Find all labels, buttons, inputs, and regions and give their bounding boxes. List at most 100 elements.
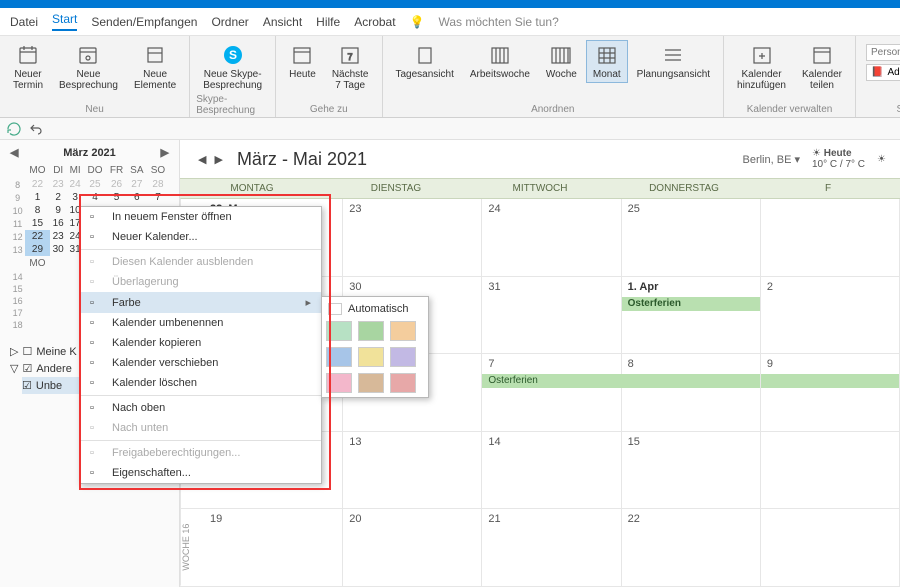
menu-separator <box>80 395 321 396</box>
nav-day[interactable]: 23 <box>50 178 67 191</box>
tagesansicht-button[interactable]: Tagesansicht <box>389 40 461 83</box>
planungsansicht-button[interactable]: Planungsansicht <box>630 40 717 83</box>
nav-day[interactable]: 25 <box>84 178 107 191</box>
nav-day[interactable]: 1 <box>25 191 50 204</box>
grid-prev-icon[interactable]: ◀ <box>194 153 210 166</box>
event-bar[interactable]: Osterferien <box>622 297 760 311</box>
day-cell[interactable]: 31 <box>482 277 621 354</box>
day-cell[interactable]: 13 <box>343 432 482 509</box>
neue-besprechung-button[interactable]: Neue Besprechung <box>52 40 125 94</box>
ctx-copy[interactable]: ▫Kalender kopieren <box>80 333 321 353</box>
color-swatch[interactable] <box>358 373 384 393</box>
tellme-label[interactable]: Was möchten Sie tun? <box>439 15 559 29</box>
prev-month-icon[interactable]: ◀ <box>10 146 18 159</box>
menu-hilfe[interactable]: Hilfe <box>316 15 340 29</box>
monat-button[interactable]: Monat <box>586 40 628 83</box>
neue-elemente-button[interactable]: Neue Elemente <box>127 40 183 94</box>
nav-day[interactable]: 26 <box>106 178 126 191</box>
skype-besprechung-button[interactable]: SNeue Skype- Besprechung <box>196 40 269 94</box>
naechste-7-tage-button[interactable]: 7Nächste 7 Tage <box>325 40 376 94</box>
day-cell[interactable]: 25 <box>622 199 761 276</box>
ctx-color[interactable]: ▫Farbe▸ <box>80 292 321 313</box>
color-swatch[interactable] <box>326 321 352 341</box>
color-swatch[interactable] <box>390 373 416 393</box>
grid-next-icon[interactable]: ▶ <box>210 153 226 166</box>
day-cell[interactable]: 15 <box>622 432 761 509</box>
color-swatch[interactable] <box>358 321 384 341</box>
nav-day[interactable]: 2 <box>50 191 67 204</box>
day-cell[interactable] <box>761 199 900 276</box>
nav-day[interactable]: 22 <box>25 178 50 191</box>
ctx-move[interactable]: ▫Kalender verschieben <box>80 353 321 373</box>
day-cell[interactable]: 22 <box>622 509 761 586</box>
automatisch-item[interactable]: Automatisch <box>326 301 424 317</box>
day-cell[interactable]: 7Osterferien <box>482 354 621 431</box>
menu-datei[interactable]: Datei <box>10 15 38 29</box>
cal-icon: ▫ <box>90 231 104 243</box>
nav-day[interactable]: 4 <box>84 191 107 204</box>
kalender-hinzufuegen-button[interactable]: Kalender hinzufügen <box>730 40 793 94</box>
nav-day[interactable]: 5 <box>106 191 126 204</box>
location-label[interactable]: Berlin, BE ▾ <box>743 153 801 166</box>
group-label-kalender: Kalender verwalten <box>747 104 833 115</box>
nav-day[interactable]: 23 <box>50 230 67 243</box>
nav-day[interactable]: 7 <box>147 191 169 204</box>
day-cell[interactable]: 2 <box>761 277 900 354</box>
arbeitswoche-button[interactable]: Arbeitswoche <box>463 40 537 83</box>
day-cell[interactable]: 9 <box>761 354 900 431</box>
menu-senden[interactable]: Senden/Empfangen <box>91 15 197 29</box>
menu-ordner[interactable]: Ordner <box>211 15 248 29</box>
menu-separator <box>80 440 321 441</box>
nav-day[interactable]: 29 <box>25 243 50 256</box>
nav-day[interactable]: 16 <box>50 217 67 230</box>
menu-ansicht[interactable]: Ansicht <box>263 15 302 29</box>
menu-start[interactable]: Start <box>52 12 77 31</box>
ctx-up[interactable]: ▫Nach oben <box>80 398 321 418</box>
nav-day[interactable]: 30 <box>50 243 67 256</box>
nav-day[interactable]: 24 <box>67 178 84 191</box>
nav-day[interactable]: 28 <box>147 178 169 191</box>
nav-day[interactable]: 6 <box>127 191 147 204</box>
nav-day[interactable]: 15 <box>25 217 50 230</box>
ctx-rename[interactable]: ▫Kalender umbenennen <box>80 313 321 333</box>
menu-separator <box>80 249 321 250</box>
undo-icon[interactable] <box>28 121 44 137</box>
ctx-cal[interactable]: ▫Neuer Kalender... <box>80 227 321 247</box>
day-cell[interactable] <box>761 509 900 586</box>
weather-next-icon: ☀ <box>877 154 886 165</box>
color-icon: ▫ <box>90 297 104 309</box>
day-cell[interactable]: 20 <box>343 509 482 586</box>
nav-month-label[interactable]: März 2021 <box>63 147 116 159</box>
color-swatch[interactable] <box>326 373 352 393</box>
color-swatch[interactable] <box>326 347 352 367</box>
day-cell[interactable]: 24 <box>482 199 621 276</box>
adressbuch-button[interactable]: 📕Adressbuch <box>866 64 900 81</box>
nav-day[interactable]: 3 <box>67 191 84 204</box>
next-month-icon[interactable]: ▶ <box>161 146 169 159</box>
day-cell[interactable]: 21 <box>482 509 621 586</box>
day-cell[interactable]: 14 <box>482 432 621 509</box>
woche-button[interactable]: Woche <box>539 40 584 83</box>
day-cell[interactable]: 19 <box>204 509 343 586</box>
day-cell[interactable]: 23 <box>343 199 482 276</box>
menu-acrobat[interactable]: Acrobat <box>354 15 395 29</box>
ctx-window[interactable]: ▫In neuem Fenster öffnen <box>80 207 321 227</box>
day-cell[interactable]: 8 <box>622 354 761 431</box>
nav-day[interactable]: 27 <box>127 178 147 191</box>
heute-button[interactable]: Heute <box>282 40 323 94</box>
ctx-props[interactable]: ▫Eigenschaften... <box>80 463 321 483</box>
kalender-teilen-button[interactable]: Kalender teilen <box>795 40 849 94</box>
neuer-termin-button[interactable]: Neuer Termin <box>6 40 50 94</box>
day-cell[interactable] <box>761 432 900 509</box>
nav-day[interactable]: 9 <box>50 204 67 217</box>
day-cell[interactable]: 1. AprOsterferien <box>622 277 761 354</box>
ctx-delete[interactable]: ▫Kalender löschen <box>80 373 321 393</box>
color-swatch[interactable] <box>390 321 416 341</box>
color-swatch[interactable] <box>358 347 384 367</box>
nav-day[interactable]: 22 <box>25 230 50 243</box>
weather-widget[interactable]: ☀ Heute10° C / 7° C <box>812 148 865 170</box>
color-swatch[interactable] <box>390 347 416 367</box>
nav-day[interactable]: 8 <box>25 204 50 217</box>
personen-suchen-input[interactable] <box>866 44 900 61</box>
refresh-icon[interactable] <box>6 121 22 137</box>
